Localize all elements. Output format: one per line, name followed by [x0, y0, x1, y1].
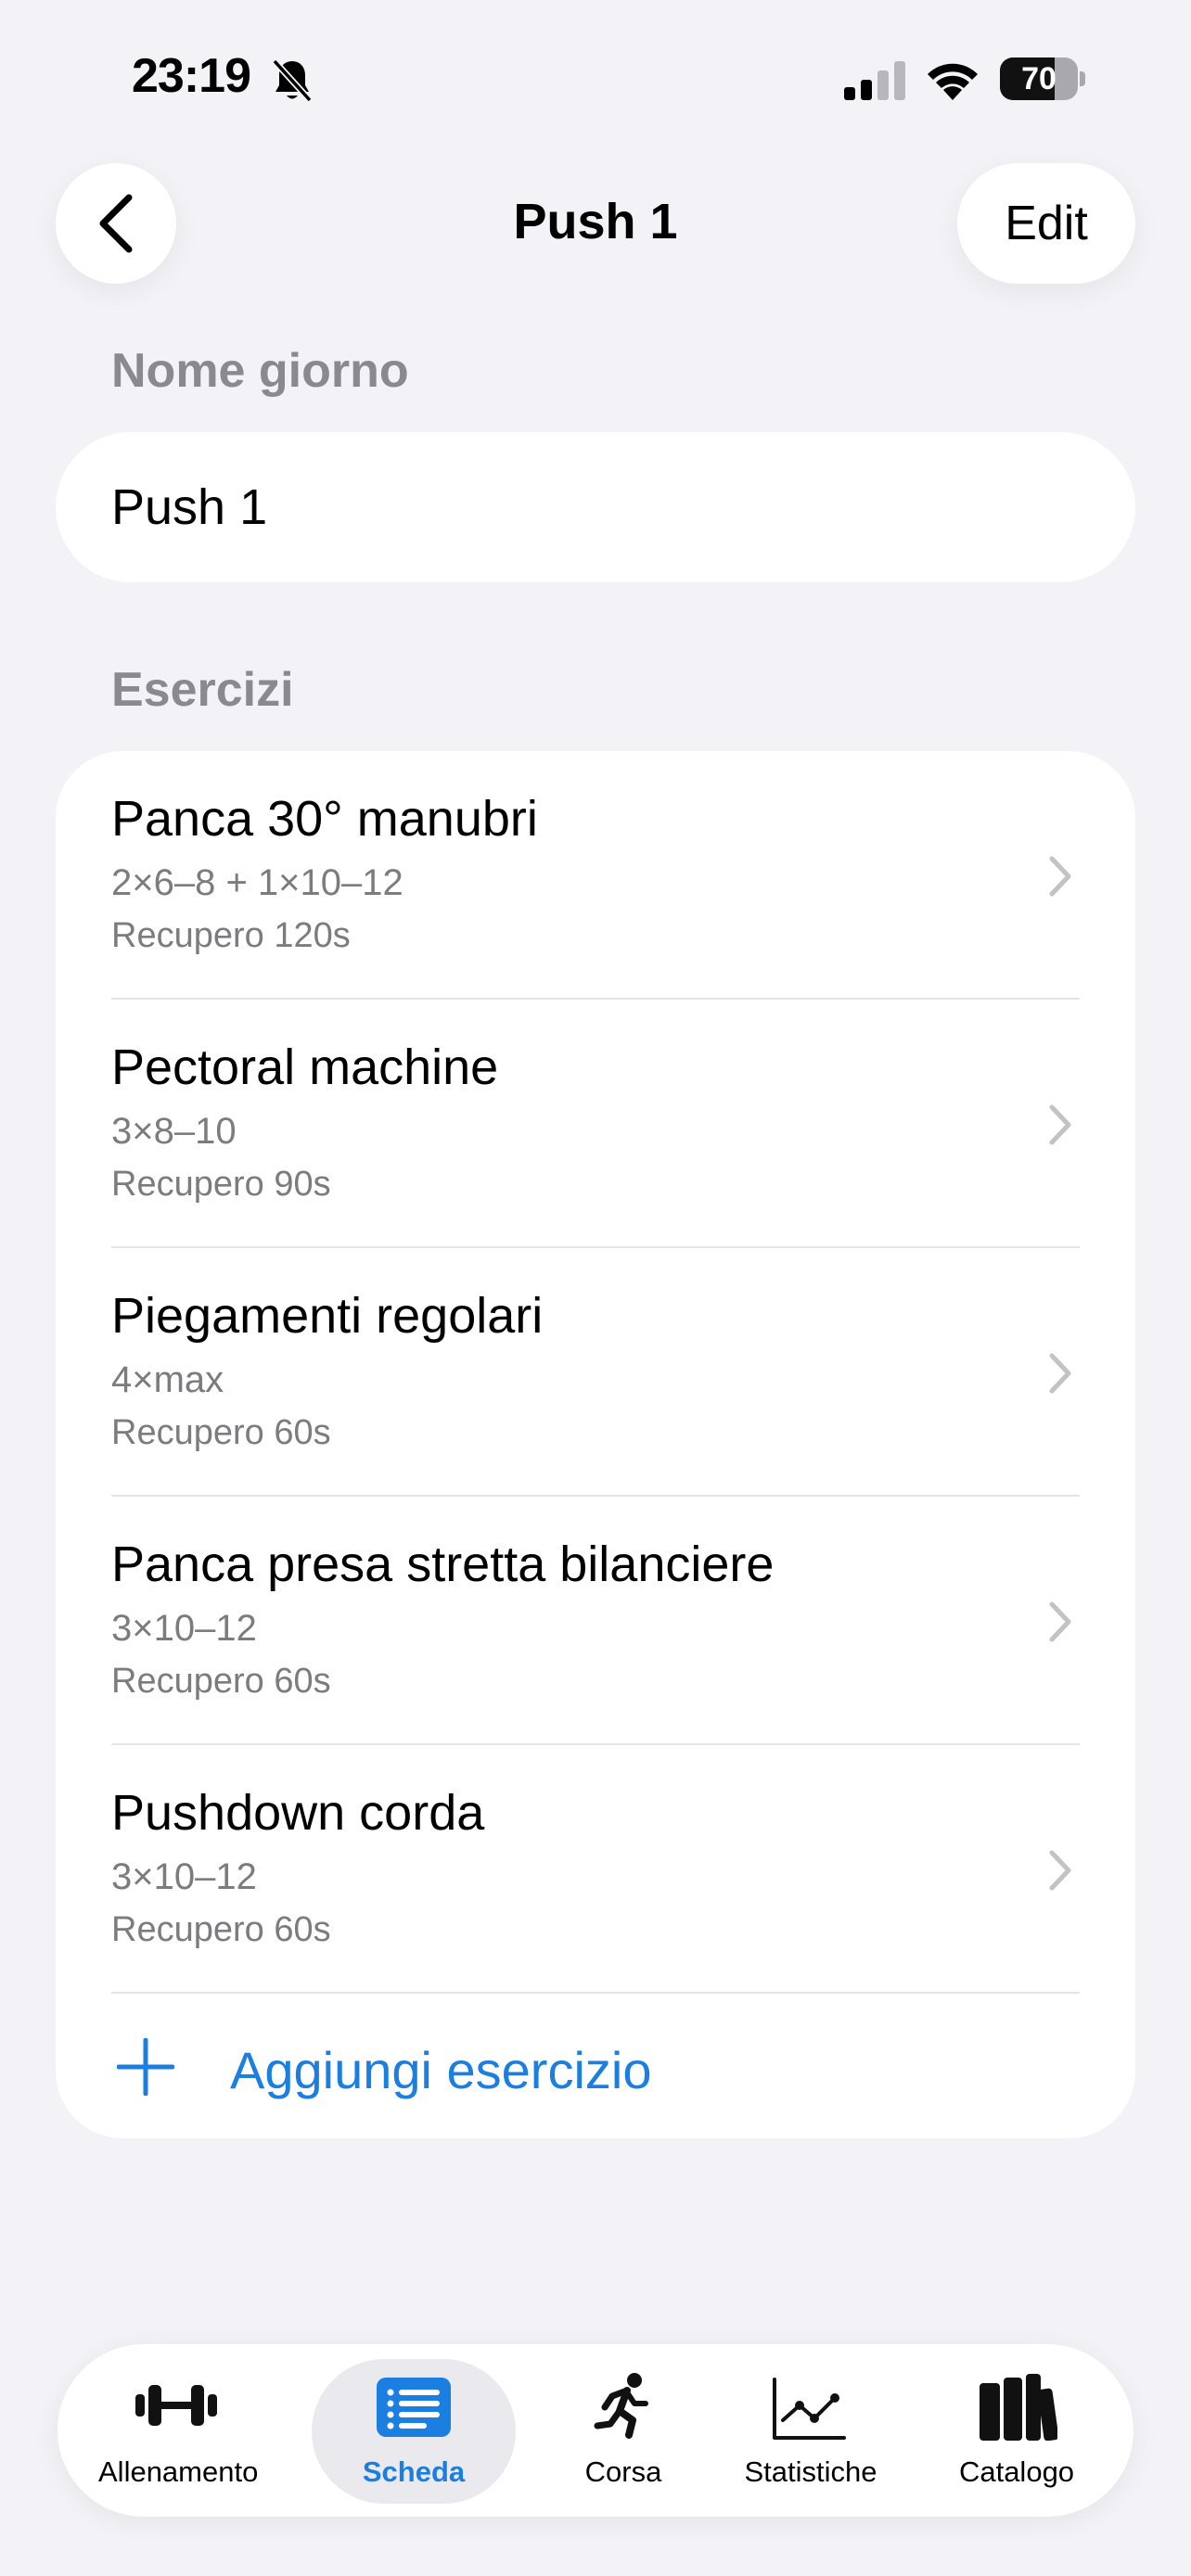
exercise-name: Pectoral machine [111, 1039, 499, 1095]
list-icon [377, 2378, 451, 2437]
status-bar: 23:19 70 [0, 0, 1191, 158]
chevron-right-icon [1049, 1104, 1071, 1145]
edit-button[interactable]: Edit [957, 163, 1135, 284]
exercise-scheme: 3×10–12 [111, 1608, 257, 1649]
exercise-row[interactable]: Pushdown corda 3×10–12 Recupero 60s [56, 1745, 1135, 1994]
battery-icon: 70 [1000, 57, 1085, 100]
tab-scheda[interactable]: Scheda [312, 2344, 516, 2517]
exercises-section-label: Esercizi [111, 663, 294, 717]
plus-icon [117, 2038, 174, 2096]
exercise-row[interactable]: Pectoral machine 3×8–10 Recupero 90s [56, 1000, 1135, 1248]
add-exercise-label: Aggiungi esercizio [230, 2041, 652, 2099]
tab-label: Corsa [584, 2455, 662, 2488]
tab-bar: Allenamento Scheda Corsa Statistiche Cat… [58, 2344, 1133, 2517]
exercise-name: Panca 30° manubri [111, 791, 538, 847]
tab-allenamento[interactable]: Allenamento [98, 2344, 259, 2517]
exercise-rest: Recupero 120s [111, 916, 351, 955]
tab-statistiche[interactable]: Statistiche [718, 2344, 903, 2517]
dumbbell-icon [135, 2385, 217, 2426]
exercise-rest: Recupero 60s [111, 1910, 331, 1949]
chevron-right-icon [1049, 1850, 1071, 1891]
exercise-rest: Recupero 60s [111, 1662, 331, 1701]
exercise-scheme: 4×max [111, 1359, 224, 1400]
exercise-scheme: 3×8–10 [111, 1111, 237, 1152]
wifi-icon [928, 63, 978, 100]
add-exercise-button[interactable]: Aggiungi esercizio [56, 1994, 1135, 2138]
chart-icon [773, 2378, 846, 2440]
chevron-right-icon [1049, 856, 1071, 897]
exercise-name: Piegamenti regolari [111, 1288, 544, 1344]
tab-label: Scheda [362, 2455, 466, 2488]
exercise-scheme: 3×10–12 [111, 1856, 257, 1897]
exercise-scheme: 2×6–8 + 1×10–12 [111, 862, 403, 903]
cellular-signal-icon [844, 61, 905, 100]
tab-catalogo[interactable]: Catalogo [933, 2344, 1100, 2517]
exercise-name: Pushdown corda [111, 1785, 485, 1841]
exercise-row[interactable]: Piegamenti regolari 4×max Recupero 60s [56, 1248, 1135, 1497]
day-name-section-label: Nome giorno [111, 344, 409, 398]
tab-label: Catalogo [958, 2455, 1075, 2488]
status-time: 23:19 [132, 49, 251, 103]
chevron-right-icon [1049, 1353, 1071, 1394]
books-icon [980, 2374, 1057, 2441]
exercise-row[interactable]: Panca presa stretta bilanciere 3×10–12 R… [56, 1497, 1135, 1745]
exercise-list: Panca 30° manubri 2×6–8 + 1×10–12 Recupe… [56, 751, 1135, 2138]
chevron-right-icon [1049, 1601, 1071, 1642]
exercise-name: Panca presa stretta bilanciere [111, 1537, 775, 1592]
exercise-row[interactable]: Panca 30° manubri 2×6–8 + 1×10–12 Recupe… [56, 751, 1135, 1000]
tab-label: Allenamento [98, 2455, 259, 2488]
bell-slash-icon [272, 58, 313, 103]
running-icon [594, 2373, 648, 2439]
exercise-rest: Recupero 60s [111, 1413, 331, 1452]
battery-percentage: 70 [1021, 61, 1057, 96]
tab-corsa[interactable]: Corsa [540, 2344, 707, 2517]
tab-label: Statistiche [744, 2455, 877, 2488]
day-name-field[interactable] [56, 432, 1135, 582]
exercise-rest: Recupero 90s [111, 1165, 331, 1204]
